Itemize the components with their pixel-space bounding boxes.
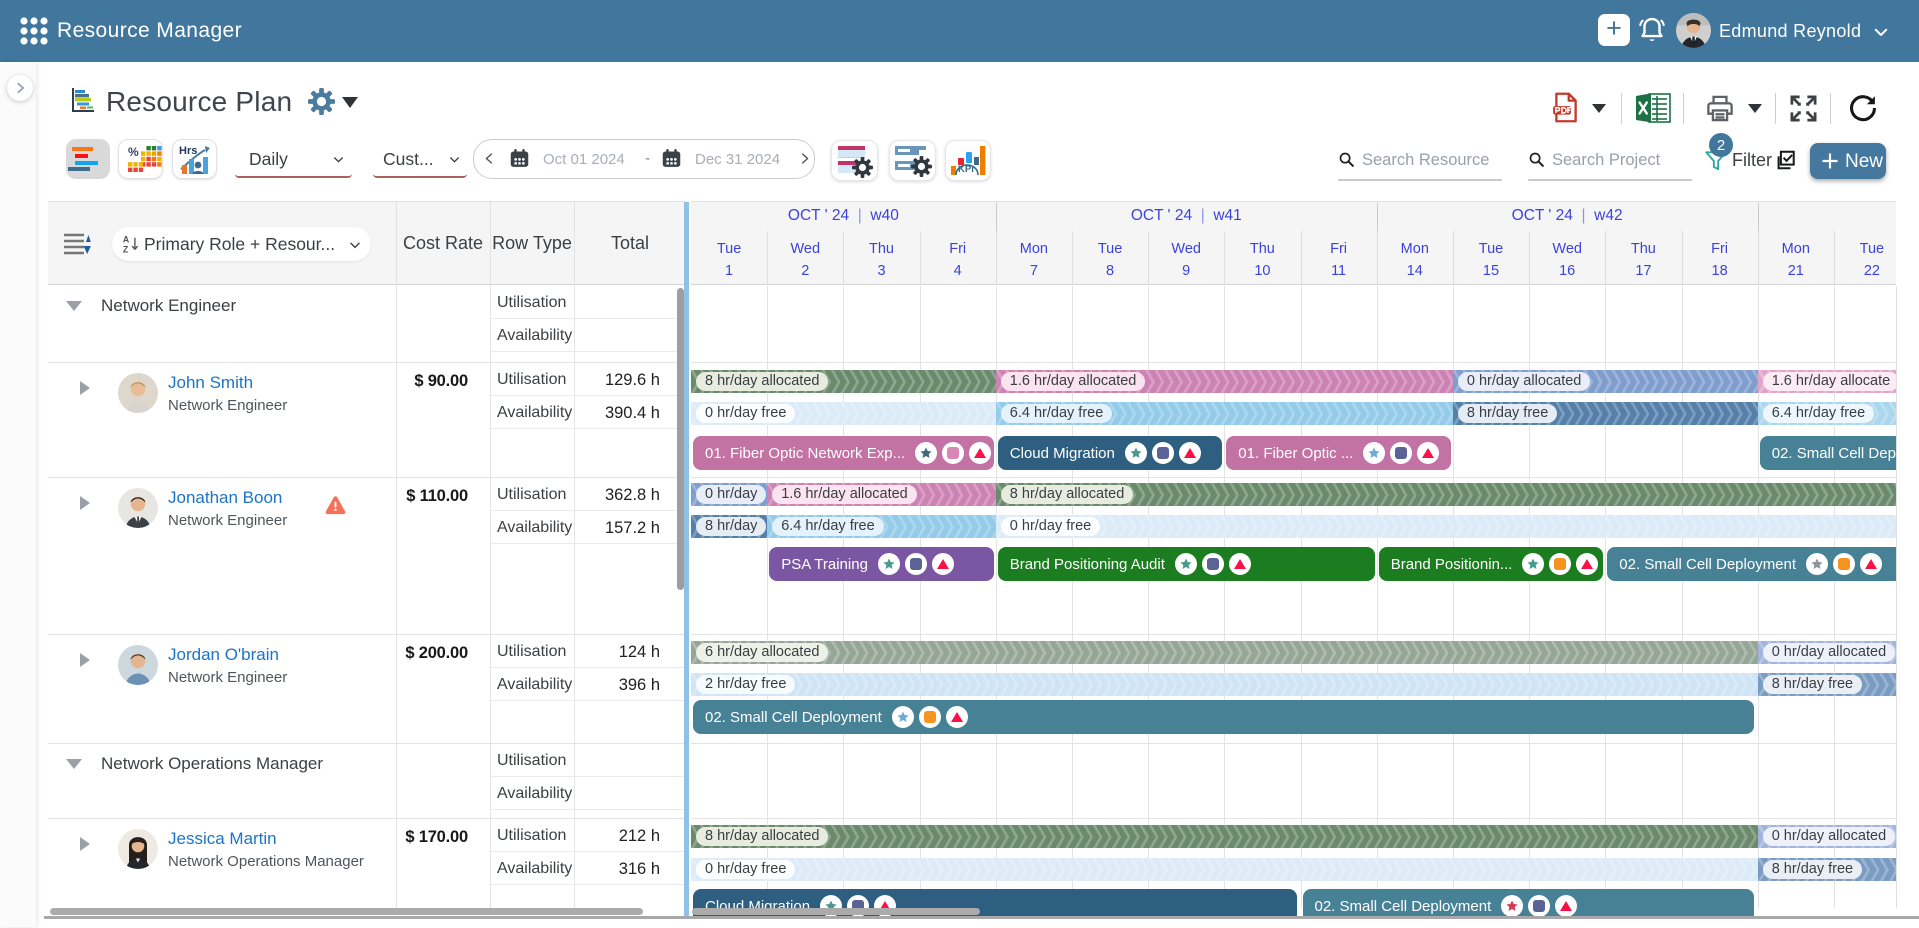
svg-text:%: %: [128, 145, 139, 159]
svg-text:Z: Z: [123, 244, 129, 254]
svg-text:Hrs: Hrs: [179, 145, 197, 157]
svg-text:A: A: [123, 234, 130, 244]
